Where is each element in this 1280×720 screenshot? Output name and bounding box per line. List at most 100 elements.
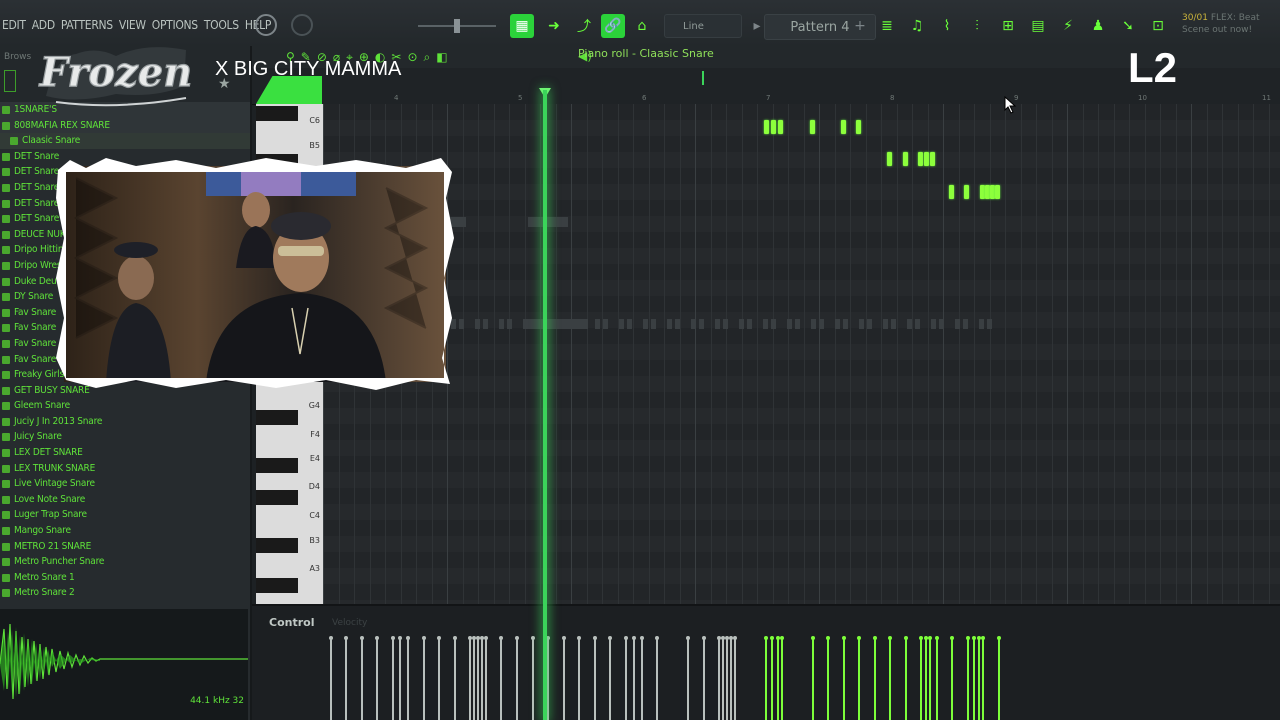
- note-block[interactable]: [810, 120, 815, 134]
- velocity-bar[interactable]: [966, 636, 970, 720]
- velocity-bar[interactable]: [981, 636, 985, 720]
- velocity-bar[interactable]: [717, 636, 721, 720]
- velocity-bar[interactable]: [422, 636, 426, 720]
- velocity-bar[interactable]: [437, 636, 441, 720]
- curve-icon[interactable]: ⤴: [572, 14, 596, 38]
- note-block[interactable]: [924, 152, 929, 166]
- browser-collapse-icon[interactable]: [4, 70, 16, 92]
- velocity-bar[interactable]: [632, 636, 636, 720]
- velocity-bar[interactable]: [935, 636, 939, 720]
- browser-item[interactable]: Metro Snare 2: [0, 585, 250, 601]
- velocity-bar[interactable]: [811, 636, 815, 720]
- black-key[interactable]: [256, 458, 298, 473]
- browser-item[interactable]: LEX DET SNARE: [0, 445, 250, 461]
- note-block[interactable]: [887, 152, 892, 166]
- velocity-bar[interactable]: [453, 636, 457, 720]
- velocity-bar[interactable]: [686, 636, 690, 720]
- note-block[interactable]: [918, 152, 923, 166]
- velocity-bar[interactable]: [398, 636, 402, 720]
- browser-item[interactable]: Love Note Snare: [0, 492, 250, 508]
- person-icon[interactable]: ♟: [1086, 14, 1110, 38]
- velocity-bar[interactable]: [375, 636, 379, 720]
- velocity-bar[interactable]: [904, 636, 908, 720]
- browser-item[interactable]: Metro Puncher Snare: [0, 554, 250, 570]
- velocity-bar[interactable]: [888, 636, 892, 720]
- step-sequencer-icon[interactable]: ▦: [510, 14, 534, 38]
- velocity-bar[interactable]: [729, 636, 733, 720]
- browser-item[interactable]: Gleem Snare: [0, 398, 250, 414]
- note-block[interactable]: [856, 120, 861, 134]
- black-key[interactable]: [256, 410, 298, 425]
- arrow-right-icon[interactable]: ➜: [542, 14, 566, 38]
- velocity-bar[interactable]: [873, 636, 877, 720]
- tempo-slider-handle[interactable]: [454, 19, 460, 33]
- browser-item[interactable]: LEX TRUNK SNARE: [0, 461, 250, 477]
- velocity-bar[interactable]: [608, 636, 612, 720]
- velocity-bar[interactable]: [360, 636, 364, 720]
- velocity-bar[interactable]: [476, 636, 480, 720]
- velocity-bar[interactable]: [484, 636, 488, 720]
- velocity-bar[interactable]: [480, 636, 484, 720]
- add-pattern-icon[interactable]: +: [848, 14, 872, 38]
- velocity-bar[interactable]: [499, 636, 503, 720]
- note-grid[interactable]: [323, 104, 1280, 604]
- black-key[interactable]: [256, 578, 298, 593]
- velocity-bar[interactable]: [857, 636, 861, 720]
- velocity-bar[interactable]: [329, 636, 333, 720]
- velocity-bar[interactable]: [826, 636, 830, 720]
- velocity-bar[interactable]: [725, 636, 729, 720]
- browser-item[interactable]: Claasic Snare: [0, 133, 250, 149]
- browser-item[interactable]: Juciy J In 2013 Snare: [0, 414, 250, 430]
- velocity-bar[interactable]: [406, 636, 410, 720]
- timeline-ruler[interactable]: 4 5 6 7 8 9 10 11: [252, 68, 1280, 105]
- file-icon[interactable]: ▤: [1026, 14, 1050, 38]
- sample-preview[interactable]: 44.1 kHz 32: [0, 609, 248, 720]
- note-block[interactable]: [995, 185, 1000, 199]
- velocity-bar[interactable]: [997, 636, 1001, 720]
- velocity-bar[interactable]: [577, 636, 581, 720]
- browser-item[interactable]: Metro Snare 1: [0, 570, 250, 586]
- snap-select[interactable]: Line: [664, 14, 742, 38]
- black-key[interactable]: [256, 106, 298, 121]
- velocity-bar[interactable]: [640, 636, 644, 720]
- velocity-bar[interactable]: [928, 636, 932, 720]
- mixer-icon[interactable]: ⫶: [965, 14, 989, 38]
- velocity-bar[interactable]: [531, 636, 535, 720]
- browser-item[interactable]: METRO 21 SNARE: [0, 539, 250, 555]
- cart-icon[interactable]: ⊡: [1146, 14, 1170, 38]
- note-block[interactable]: [841, 120, 846, 134]
- playhead[interactable]: [543, 90, 547, 720]
- browser-item[interactable]: Juicy Snare: [0, 429, 250, 445]
- snap-magnet-icon[interactable]: ⌂: [630, 14, 654, 38]
- velocity-bar[interactable]: [780, 636, 784, 720]
- link-icon[interactable]: 🔗: [601, 14, 625, 38]
- browser-item[interactable]: 808MAFIA REX SNARE: [0, 117, 250, 134]
- channel-rack-icon[interactable]: ⌇: [935, 14, 959, 38]
- velocity-bar[interactable]: [391, 636, 395, 720]
- plugin-icon[interactable]: ⚡: [1056, 14, 1080, 38]
- browser-item[interactable]: Luger Trap Snare: [0, 507, 250, 523]
- velocity-bar[interactable]: [515, 636, 519, 720]
- master-volume-knob[interactable]: [255, 14, 277, 36]
- velocity-bar[interactable]: [721, 636, 725, 720]
- browser-item[interactable]: Live Vintage Snare: [0, 476, 250, 492]
- velocity-bar[interactable]: [702, 636, 706, 720]
- black-key[interactable]: [256, 490, 298, 505]
- export-icon[interactable]: ➘: [1116, 14, 1140, 38]
- browser-item[interactable]: Mango Snare: [0, 523, 250, 539]
- velocity-bar[interactable]: [733, 636, 737, 720]
- velocity-bar[interactable]: [919, 636, 923, 720]
- velocity-bar[interactable]: [770, 636, 774, 720]
- velocity-bar[interactable]: [924, 636, 928, 720]
- master-pitch-knob[interactable]: [291, 14, 313, 36]
- note-block[interactable]: [903, 152, 908, 166]
- velocity-bar[interactable]: [546, 636, 550, 720]
- velocity-bar[interactable]: [344, 636, 348, 720]
- velocity-bar[interactable]: [972, 636, 976, 720]
- playlist-icon[interactable]: ≣: [875, 14, 899, 38]
- menu-tools[interactable]: TOOLS: [204, 18, 239, 32]
- velocity-bar[interactable]: [655, 636, 659, 720]
- note-block[interactable]: [764, 120, 769, 134]
- velocity-bar[interactable]: [764, 636, 768, 720]
- note-block[interactable]: [949, 185, 954, 199]
